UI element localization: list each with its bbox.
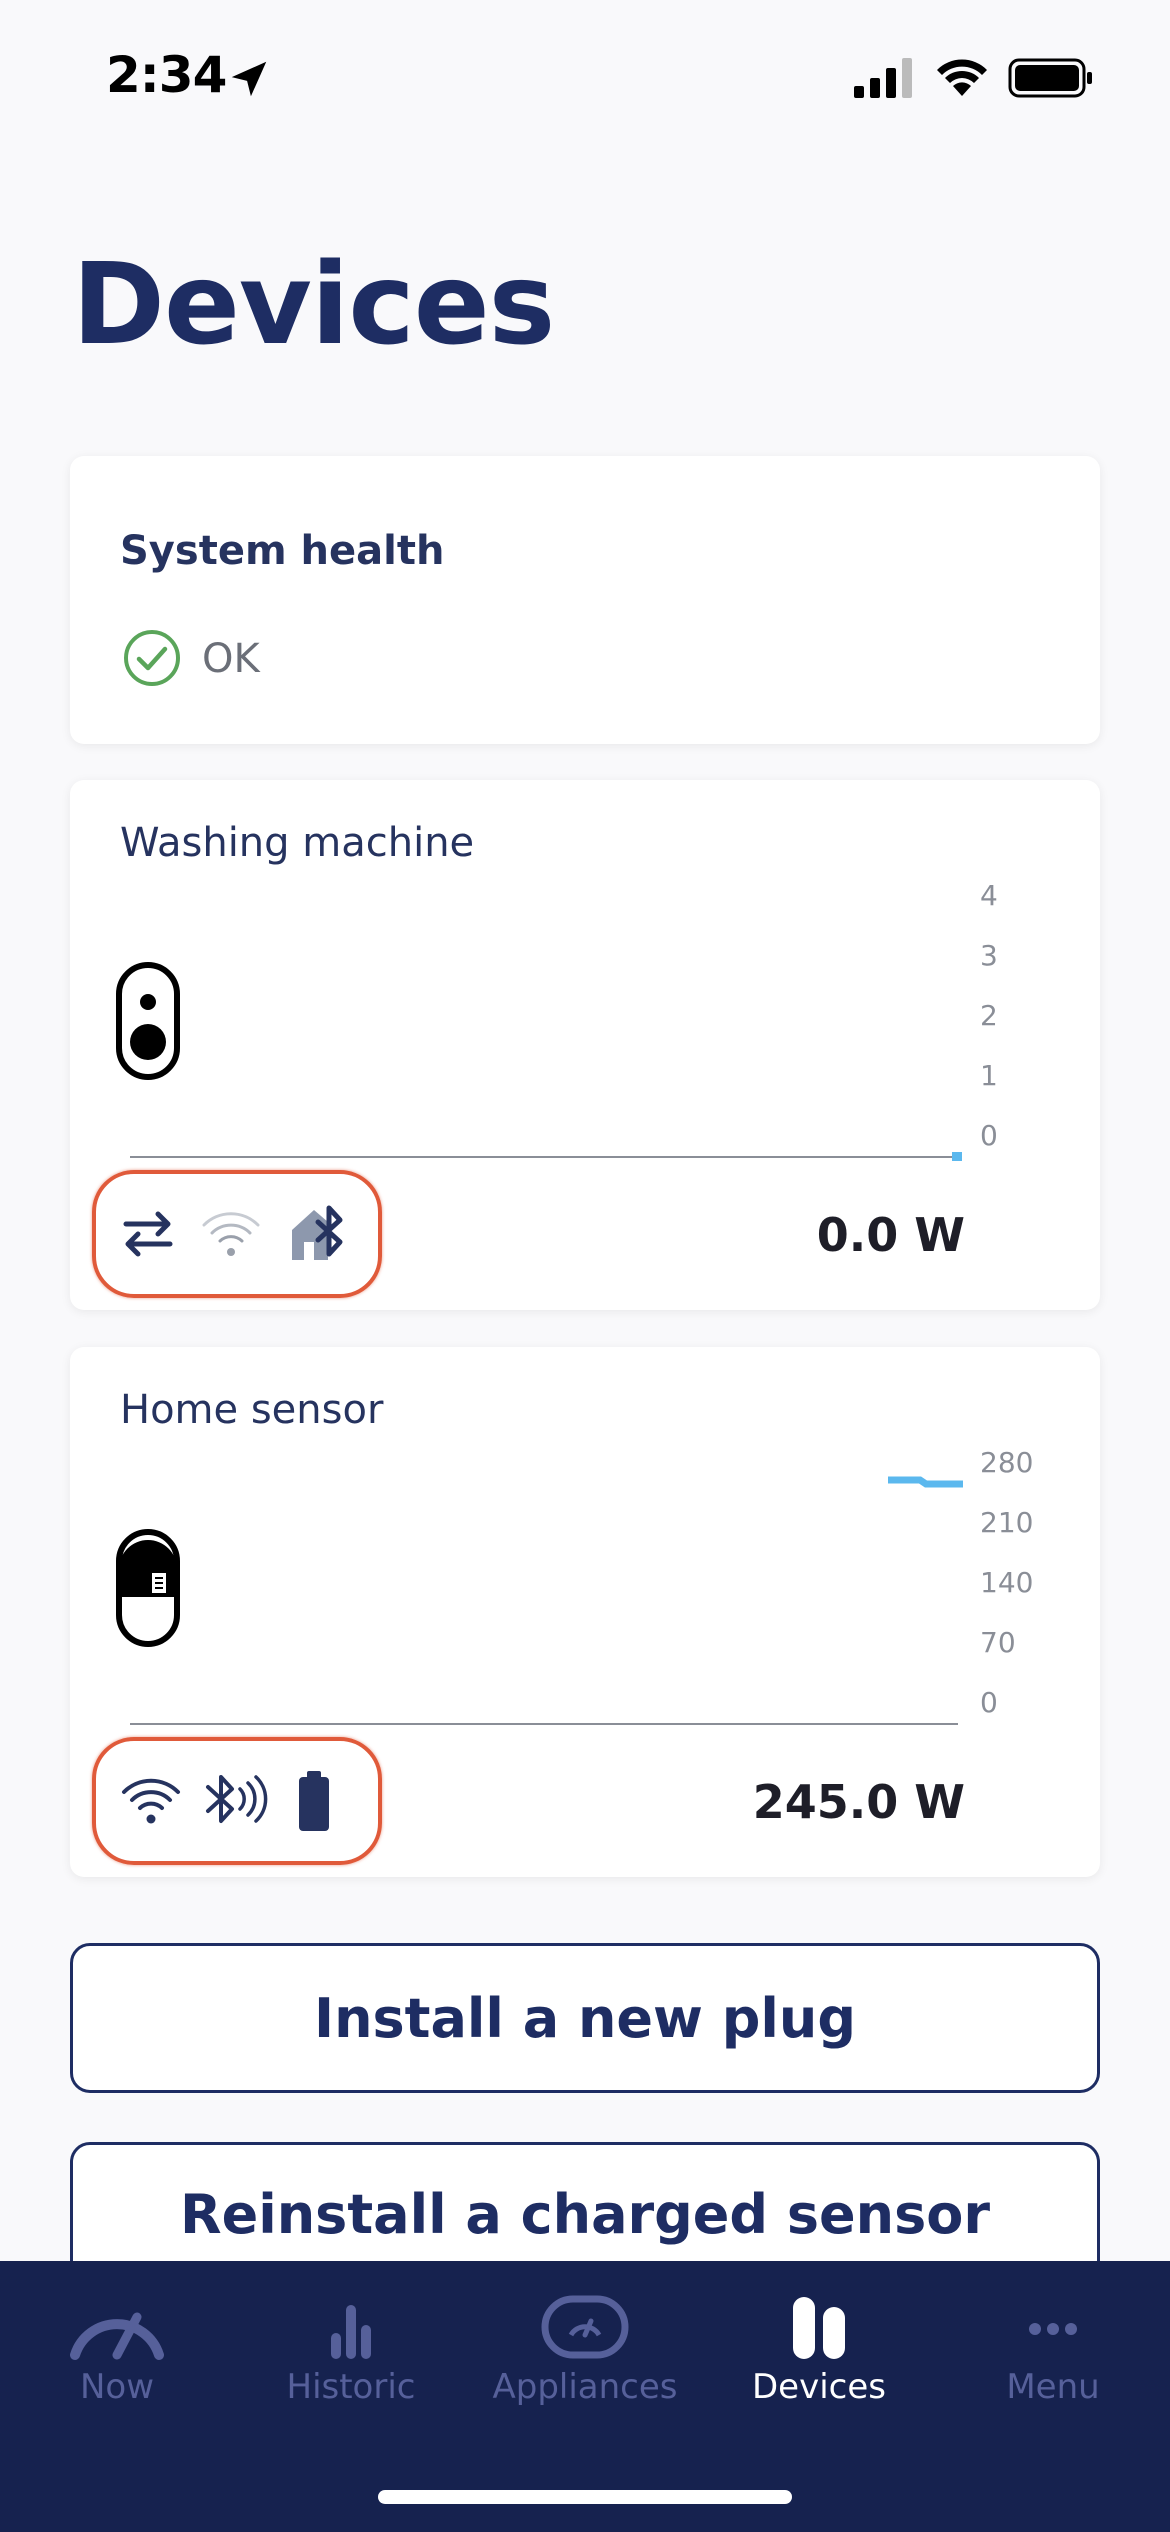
more-dots-icon [1029, 2323, 1077, 2335]
system-health-card: System health OK [70, 456, 1100, 744]
chart-series-line [888, 1476, 963, 1488]
system-health-status: OK [202, 636, 260, 682]
y-tick-label: 210 [980, 1506, 1033, 1539]
power-reading: 245.0 W [752, 1775, 965, 1829]
y-tick-label: 4 [980, 880, 998, 912]
status-bar: 2:34 [0, 0, 1170, 150]
highlight-annotation [92, 1737, 382, 1865]
device-card-home-sensor[interactable]: Home sensor 280 210 140 70 0 245.0 W [70, 1347, 1100, 1877]
cellular-signal-icon [854, 58, 912, 98]
device-name: Home sensor [120, 1387, 384, 1433]
tab-label: Historic [286, 2367, 416, 2407]
tab-devices[interactable]: Devices [702, 2291, 936, 2421]
tab-label: Now [79, 2367, 155, 2407]
tab-menu[interactable]: Menu [936, 2291, 1170, 2421]
system-health-title: System health [120, 528, 445, 574]
page-title: Devices [72, 240, 555, 370]
power-mini-chart: 280 210 140 70 0 [130, 1447, 1033, 1725]
status-time: 2:34 [106, 46, 227, 104]
gauge-icon [70, 2312, 164, 2360]
y-tick-label: 140 [980, 1566, 1033, 1599]
y-tick-label: 70 [980, 1626, 1016, 1659]
device-card-washing-machine[interactable]: Washing machine 4 3 2 1 0 0.0 W [70, 780, 1100, 1310]
home-indicator [378, 2490, 792, 2504]
power-reading: 0.0 W [816, 1208, 965, 1262]
check-circle-icon [124, 630, 180, 686]
chart-series-line [952, 1152, 962, 1161]
tab-now[interactable]: Now [0, 2291, 234, 2421]
battery-status-icon [1008, 58, 1092, 98]
devices-icon [793, 2297, 845, 2359]
power-mini-chart: 4 3 2 1 0 [130, 880, 998, 1161]
tab-label: Menu [1006, 2367, 1100, 2407]
y-tick-label: 280 [980, 1447, 1033, 1479]
tab-label: Appliances [492, 2367, 678, 2407]
tab-appliances[interactable]: Appliances [468, 2291, 702, 2421]
device-name: Washing machine [120, 820, 475, 866]
location-arrow-icon [231, 61, 267, 97]
y-tick-label: 0 [980, 1686, 998, 1719]
y-tick-label: 3 [980, 939, 998, 972]
install-plug-button[interactable]: Install a new plug [70, 1943, 1100, 2093]
wifi-status-icon [937, 59, 987, 96]
y-tick-label: 0 [980, 1119, 998, 1152]
tab-historic[interactable]: Historic [234, 2291, 468, 2421]
y-tick-label: 2 [980, 999, 998, 1032]
tab-label: Devices [752, 2367, 886, 2407]
bar-chart-icon [331, 2305, 371, 2359]
highlight-annotation [92, 1170, 382, 1298]
y-tick-label: 1 [980, 1059, 998, 1092]
appliance-icon [541, 2295, 629, 2359]
